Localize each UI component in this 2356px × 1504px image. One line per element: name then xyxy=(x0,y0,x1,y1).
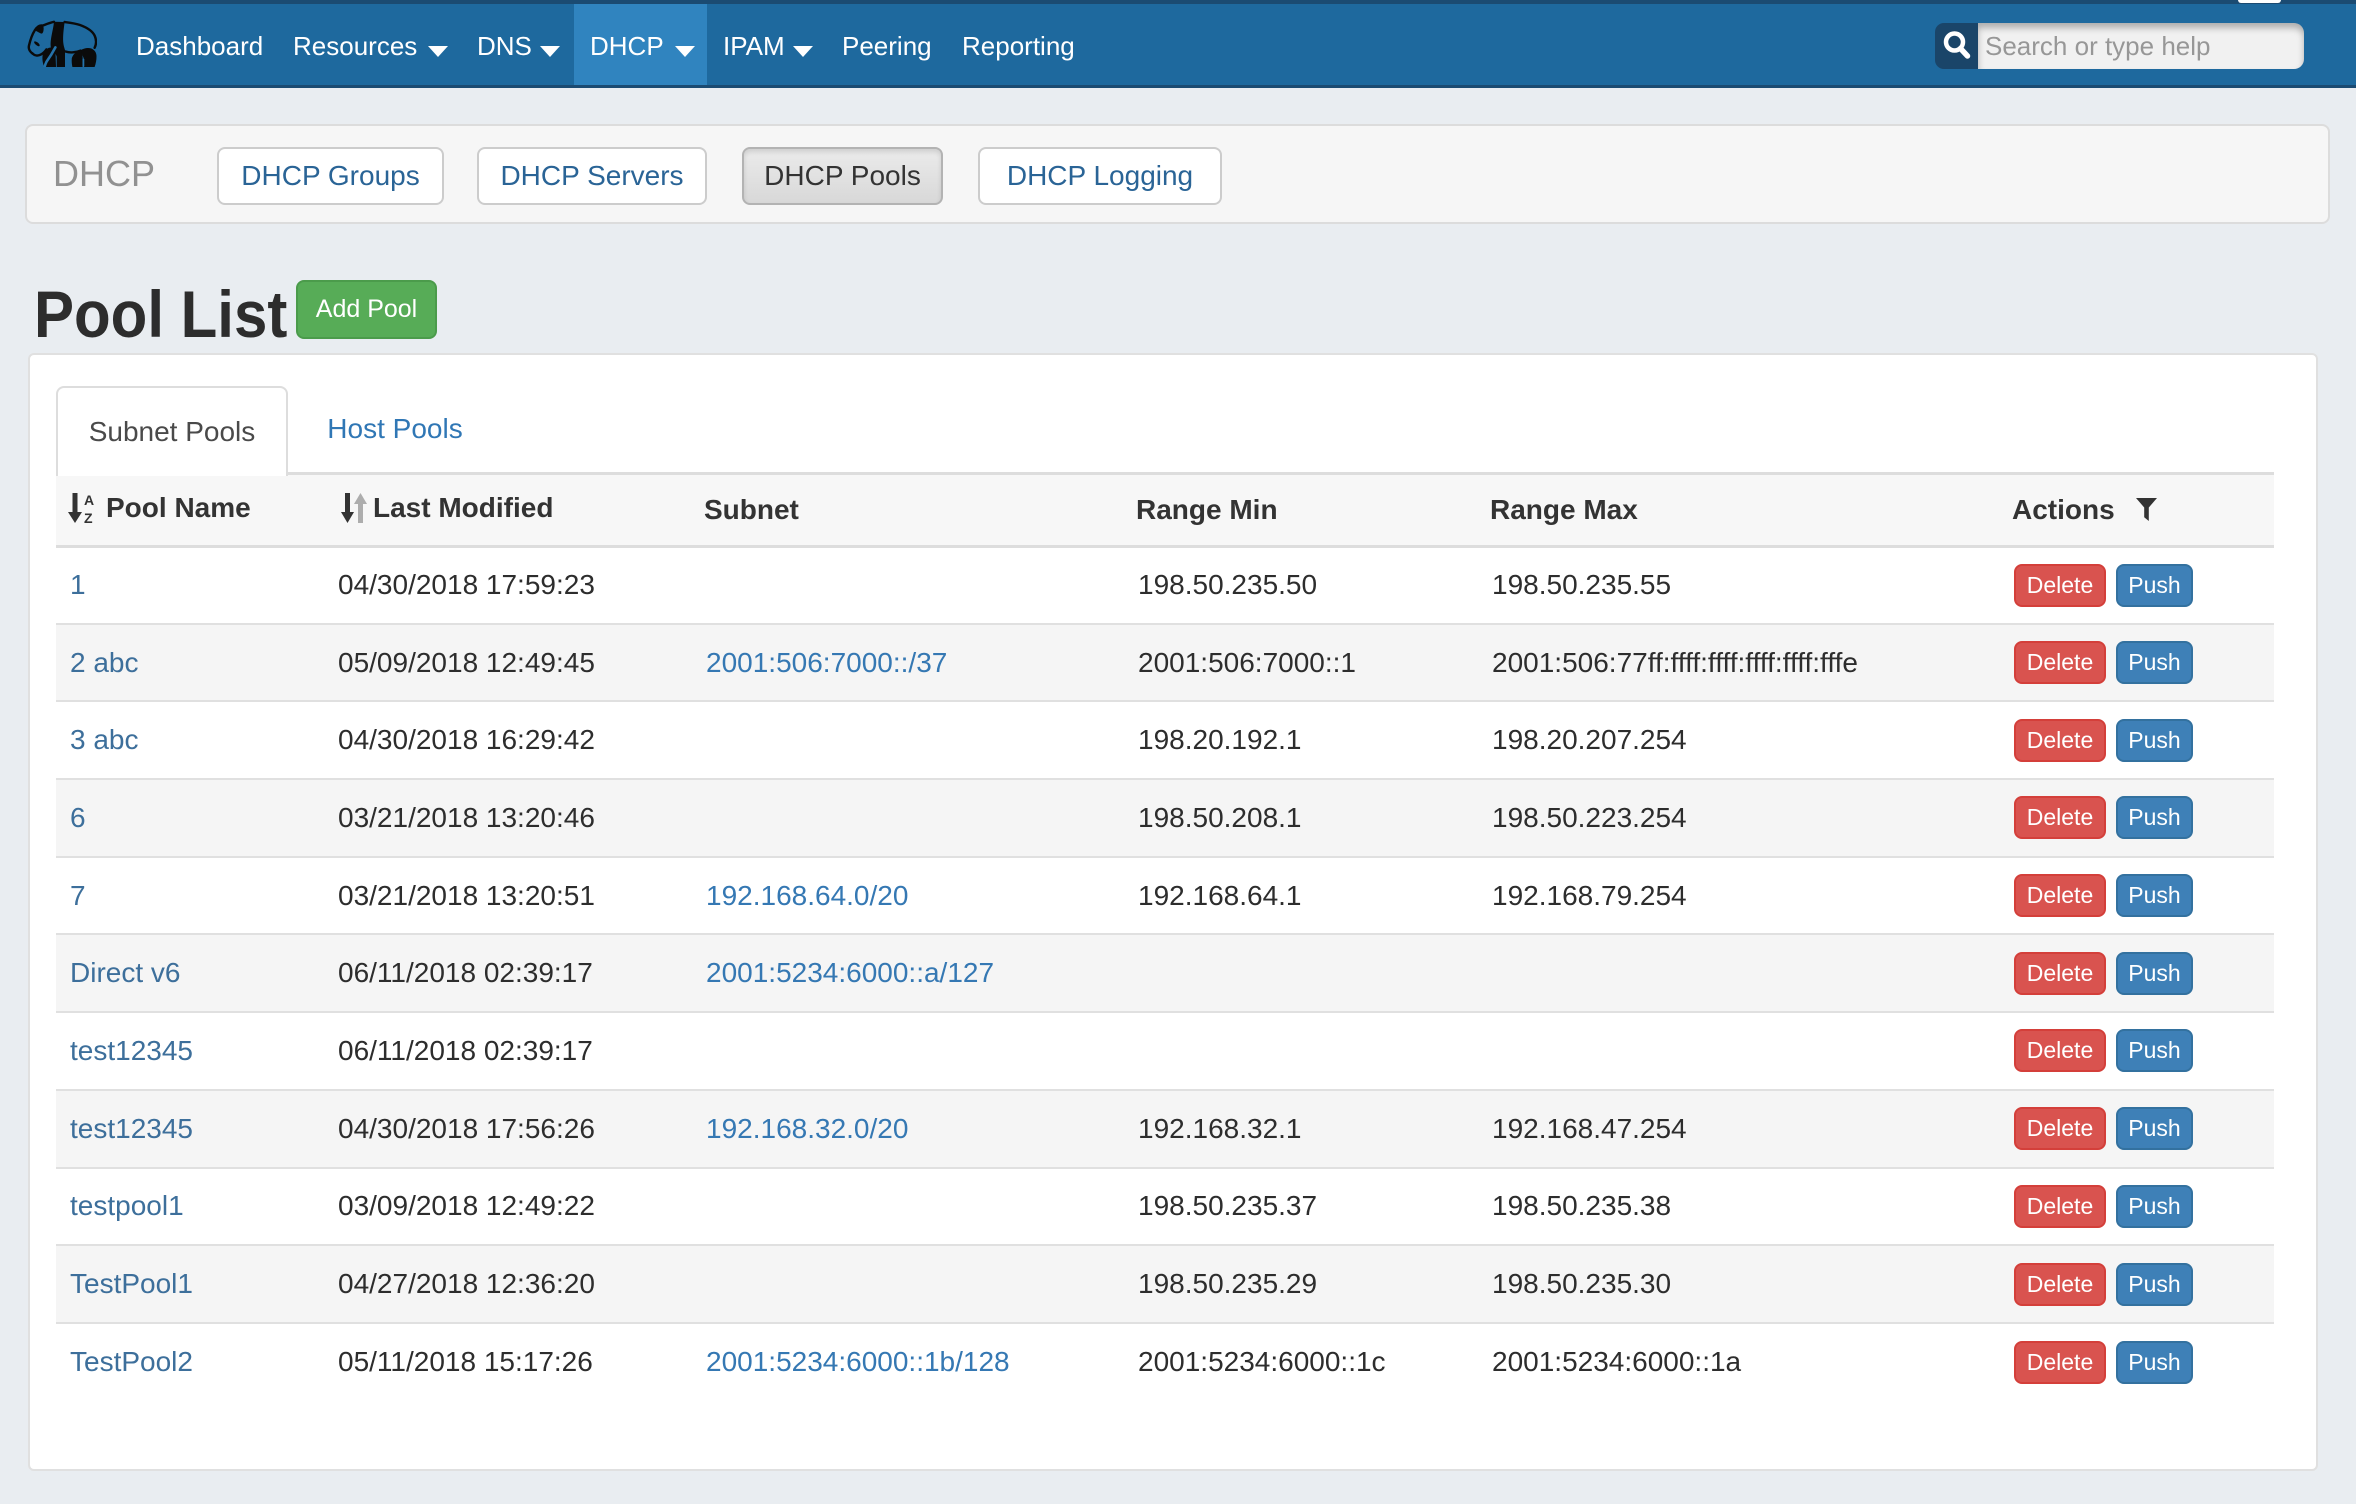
svg-text:Z: Z xyxy=(84,510,93,525)
svg-text:A: A xyxy=(84,492,94,508)
